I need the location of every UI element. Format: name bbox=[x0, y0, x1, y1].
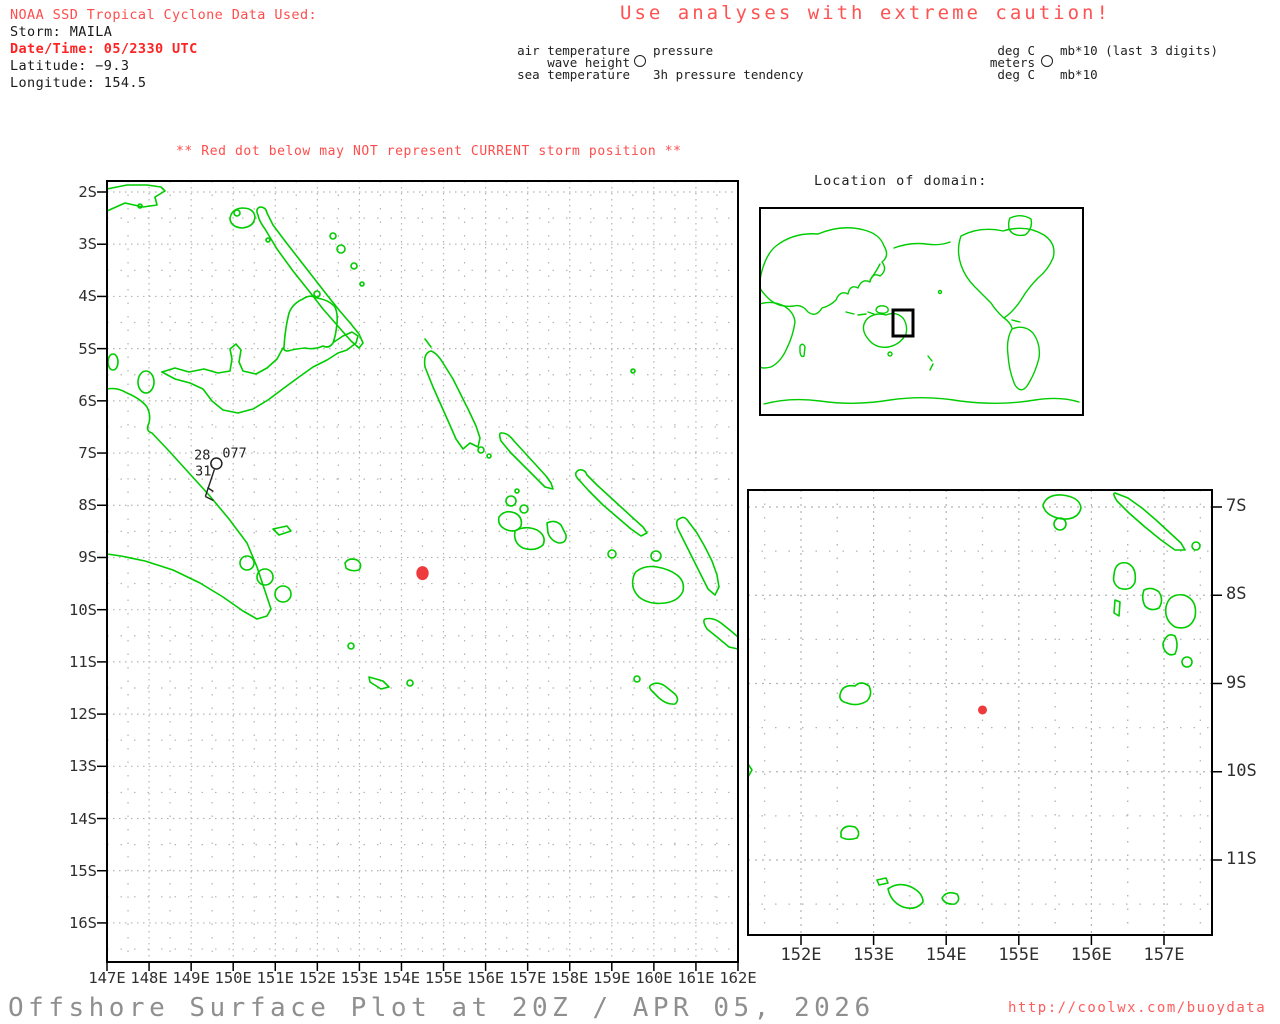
main-map-ticks bbox=[97, 191, 739, 971]
axis-tick-label: 7S bbox=[1226, 496, 1247, 516]
axis-tick-label: 7S bbox=[78, 444, 97, 463]
legend-pressure-tendency-label: 3h pressure tendency bbox=[653, 67, 804, 82]
domain-location-label: Location of domain: bbox=[814, 173, 988, 189]
inset-coastlines bbox=[747, 492, 1201, 909]
legend-degc-bot-label: deg C bbox=[997, 67, 1035, 82]
axis-tick-label: 5S bbox=[78, 339, 97, 358]
storm-position-warning: ** Red dot below may NOT represent CURRE… bbox=[176, 144, 682, 159]
axis-tick-label: 157E bbox=[1143, 945, 1185, 965]
station-air-temperature: 28 bbox=[194, 447, 210, 463]
legend-pressure-label: pressure bbox=[653, 43, 714, 58]
station-circle-icon bbox=[210, 457, 223, 470]
station-pressure: 077 bbox=[222, 445, 246, 461]
axis-tick-label: 9S bbox=[1226, 672, 1247, 693]
datetime-line: Date/Time: 05/2330 UTC bbox=[10, 41, 198, 57]
axis-tick-label: 14S bbox=[69, 809, 97, 828]
station-observation-plot: 28 077 31 bbox=[194, 445, 247, 502]
world-locator-map bbox=[759, 207, 1084, 416]
axis-tick-label: 11S bbox=[69, 652, 97, 671]
axis-tick-label: 16S bbox=[69, 913, 97, 932]
data-source-line: NOAA SSD Tropical Cyclone Data Used: bbox=[10, 7, 317, 23]
legend-sea-temperature-label: sea temperature bbox=[517, 67, 630, 82]
main-map: 28 077 31 bbox=[97, 180, 739, 971]
axis-tick-label: 10S bbox=[1226, 760, 1257, 781]
storm-position-dot bbox=[978, 705, 987, 715]
axis-tick-label: 153E bbox=[853, 945, 895, 965]
station-circle-icon bbox=[634, 55, 646, 67]
axis-tick-label: 15S bbox=[69, 861, 97, 880]
storm-name-line: Storm: MAILA bbox=[10, 24, 113, 40]
inset-map-ticks bbox=[800, 506, 1222, 945]
latitude-line: Latitude: −9.3 bbox=[10, 58, 130, 74]
offshore-surface-plot-page: { "header": { "source_line": "NOAA SSD T… bbox=[0, 0, 1280, 1024]
axis-tick-label: 154E bbox=[925, 945, 967, 965]
axis-tick-label: 152E bbox=[780, 945, 822, 965]
axis-tick-label: 162E bbox=[719, 969, 757, 987]
axis-tick-label: 13S bbox=[69, 757, 97, 776]
longitude-line: Longitude: 154.5 bbox=[10, 75, 147, 91]
axis-tick-label: 11S bbox=[1226, 849, 1257, 869]
inset-zoom-map bbox=[747, 489, 1222, 945]
plot-title: Offshore Surface Plot at 20Z / APR 05, 2… bbox=[8, 993, 875, 1023]
caution-banner: Use analyses with extreme caution! bbox=[620, 2, 1111, 24]
axis-tick-label: 10S bbox=[69, 600, 97, 619]
legend-mb10-label: mb*10 bbox=[1060, 67, 1098, 82]
axis-tick-label: 2S bbox=[78, 183, 97, 201]
axis-tick-label: 12S bbox=[69, 705, 97, 724]
legend-mb10-last3-label: mb*10 (last 3 digits) bbox=[1060, 43, 1219, 58]
storm-position-dot bbox=[416, 566, 429, 581]
axis-tick-label: 4S bbox=[78, 287, 97, 306]
source-url: http://coolwx.com/buoydata bbox=[1008, 1000, 1267, 1016]
axis-tick-label: 6S bbox=[78, 391, 97, 410]
axis-tick-label: 8S bbox=[78, 496, 97, 515]
axis-tick-label: 3S bbox=[78, 235, 97, 254]
axis-tick-label: 9S bbox=[78, 548, 97, 567]
axis-tick-label: 156E bbox=[1070, 945, 1112, 965]
axis-tick-label: 8S bbox=[1226, 584, 1247, 605]
world-coastlines bbox=[759, 215, 1080, 405]
axis-tick-label: 155E bbox=[998, 945, 1040, 965]
station-sea-temperature: 31 bbox=[195, 463, 211, 479]
station-circle-icon bbox=[1041, 55, 1053, 67]
